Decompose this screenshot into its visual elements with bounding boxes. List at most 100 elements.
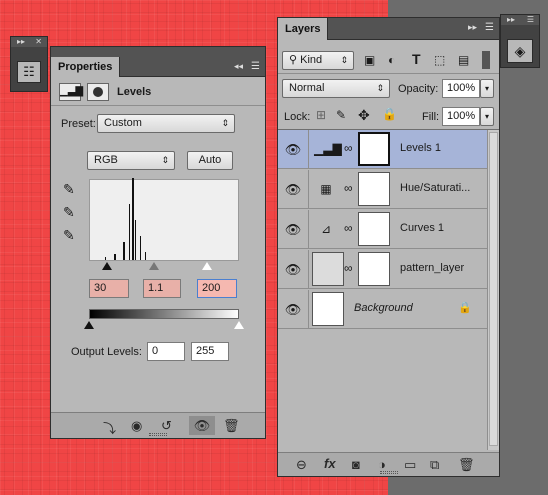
filter-pixel-icon[interactable]: ▣	[364, 53, 375, 67]
tab-properties[interactable]: Properties	[51, 57, 121, 77]
layer-mask-thumbnail[interactable]	[358, 252, 390, 286]
visibility-icon[interactable]: 👁	[284, 262, 302, 278]
filter-toggle[interactable]	[482, 51, 490, 69]
close-icon[interactable]: ✕	[35, 37, 42, 47]
lock-position-icon[interactable]: ✥	[358, 107, 370, 124]
layer-row-curves[interactable]: 👁 ⊿ ∞ Curves 1	[278, 210, 487, 249]
resize-grip[interactable]	[379, 471, 398, 474]
auto-button[interactable]: Auto	[187, 151, 233, 170]
fill-label: Fill:	[422, 111, 440, 123]
delete-icon[interactable]: 🗑	[223, 418, 240, 434]
output-white-field[interactable]: 255	[191, 342, 229, 361]
visibility-icon[interactable]: 👁	[284, 222, 302, 238]
levels-icon[interactable]: ▁▃▇	[59, 83, 83, 101]
layer-row-pattern[interactable]: 👁 ∞ pattern_layer	[278, 250, 487, 289]
filter-kind-select[interactable]: ⚲ Kind ⇕	[282, 51, 354, 70]
link-chain-icon[interactable]: ∞	[344, 261, 353, 275]
fill-field[interactable]: 100%	[442, 107, 480, 126]
input-black-field[interactable]: 30	[89, 279, 129, 298]
delete-layer-icon[interactable]: 🗑	[458, 457, 475, 473]
histogram-bar	[145, 252, 146, 260]
hue-saturation-adjustment-icon: ▦	[320, 182, 332, 196]
updown-arrow-icon: ⇕	[161, 155, 169, 165]
lock-all-icon[interactable]: 🔒	[382, 107, 397, 121]
visibility-icon[interactable]: 👁	[284, 182, 302, 198]
layer-thumbnail[interactable]	[312, 292, 344, 326]
clip-to-layer-icon[interactable]: ⤵	[103, 418, 116, 437]
dock-collapse-icon[interactable]: ▸▸	[17, 37, 25, 47]
adjustment-layer-icon[interactable]: ◑	[378, 457, 386, 472]
layers-scrollbar[interactable]	[487, 130, 499, 450]
preset-label: Preset:	[61, 118, 96, 130]
layer-row-background[interactable]: 👁 Background 🔒	[278, 290, 487, 329]
layer-name[interactable]: pattern_layer	[400, 262, 464, 274]
layer-name[interactable]: Hue/Saturati...	[400, 182, 470, 194]
link-chain-icon[interactable]: ∞	[344, 221, 353, 235]
preset-value: Custom	[104, 117, 142, 129]
filter-smart-object-icon[interactable]: ▤	[458, 53, 469, 67]
visibility-icon[interactable]: 👁	[284, 142, 302, 158]
layers-panel-icon[interactable]: ◈	[507, 39, 533, 63]
visibility-icon[interactable]: 👁	[189, 416, 215, 435]
input-white-field[interactable]: 200	[197, 279, 237, 298]
reset-icon[interactable]: ↺	[161, 418, 172, 434]
dock-collapse-icon[interactable]: ▸▸	[507, 15, 515, 25]
panel-strip	[51, 47, 265, 57]
layer-row-hue-saturation[interactable]: 👁 ▦ ∞ Hue/Saturati...	[278, 170, 487, 209]
opacity-dropdown-icon[interactable]: ▾	[480, 79, 494, 98]
gray-eyedropper-icon[interactable]: ✎	[63, 204, 75, 221]
link-layers-icon[interactable]: ⊖	[296, 457, 307, 473]
layer-name[interactable]: Curves 1	[400, 222, 444, 234]
panel-menu-icon[interactable]: ☰	[251, 61, 260, 72]
white-eyedropper-icon[interactable]: ✎	[63, 227, 75, 244]
blend-mode-select[interactable]: Normal ⇕	[282, 79, 390, 98]
collapsed-properties-dock[interactable]: ▸▸ ✕ ☷	[10, 36, 48, 92]
panel-menu-icon[interactable]: ☰	[485, 22, 494, 33]
add-mask-icon[interactable]: ◙	[352, 457, 360, 472]
collapse-icon[interactable]: ◂◂	[234, 61, 243, 72]
preset-select[interactable]: Custom ⇕	[97, 114, 235, 133]
visibility-icon[interactable]: 👁	[284, 302, 302, 318]
updown-arrow-icon: ⇕	[340, 55, 348, 65]
properties-panel: Properties ◂◂ ☰ ▁▃▇ Levels Preset: Custo…	[50, 46, 266, 439]
filter-adjustment-icon[interactable]: ◐	[388, 53, 395, 67]
scrollbar-thumb[interactable]	[489, 132, 498, 446]
layer-mask-thumbnail[interactable]	[358, 212, 390, 246]
view-previous-icon[interactable]: ◉	[131, 418, 142, 434]
panel-menu-icon[interactable]: ☰	[527, 15, 534, 25]
filter-shape-icon[interactable]: ⬚	[434, 53, 445, 67]
collapse-icon[interactable]: ▸▸	[468, 22, 477, 33]
properties-panel-icon[interactable]: ☷	[17, 61, 41, 83]
input-black-slider[interactable]	[102, 262, 112, 270]
new-group-icon[interactable]: ▭	[404, 457, 416, 473]
layer-name[interactable]: Levels 1	[400, 142, 441, 154]
layer-thumbnail[interactable]	[312, 252, 344, 286]
fx-icon[interactable]: fx	[324, 456, 336, 471]
lock-pixels-icon[interactable]: ✎	[336, 108, 346, 122]
output-black-slider[interactable]	[84, 321, 94, 329]
filter-type-icon[interactable]: T	[412, 51, 421, 67]
layer-mask-thumbnail[interactable]	[358, 132, 390, 166]
output-black-field[interactable]: 0	[147, 342, 185, 361]
tab-layers[interactable]: Layers	[278, 18, 329, 40]
updown-arrow-icon: ⇕	[376, 83, 384, 93]
fill-dropdown-icon[interactable]: ▾	[480, 107, 494, 126]
channel-select[interactable]: RGB ⇕	[87, 151, 175, 170]
output-gradient	[89, 309, 239, 319]
layer-name[interactable]: Background	[354, 302, 413, 314]
layer-row-levels[interactable]: 👁 ▁▃▇ ∞ Levels 1	[278, 130, 487, 169]
collapsed-layers-dock[interactable]: ▸▸ ☰ ◈	[500, 14, 540, 68]
input-gamma-field[interactable]: 1.1	[143, 279, 181, 298]
input-gamma-slider[interactable]	[149, 262, 159, 270]
output-white-slider[interactable]	[234, 321, 244, 329]
lock-transparency-icon[interactable]: ⊞	[316, 108, 326, 122]
input-white-slider[interactable]	[202, 262, 212, 270]
opacity-field[interactable]: 100%	[442, 79, 480, 98]
link-chain-icon[interactable]: ∞	[344, 181, 353, 195]
mask-icon[interactable]	[87, 83, 109, 101]
resize-grip[interactable]	[149, 433, 167, 436]
black-eyedropper-icon[interactable]: ✎	[63, 181, 75, 198]
new-layer-icon[interactable]: ⧉	[430, 457, 439, 473]
link-chain-icon[interactable]: ∞	[344, 141, 353, 155]
layer-mask-thumbnail[interactable]	[358, 172, 390, 206]
